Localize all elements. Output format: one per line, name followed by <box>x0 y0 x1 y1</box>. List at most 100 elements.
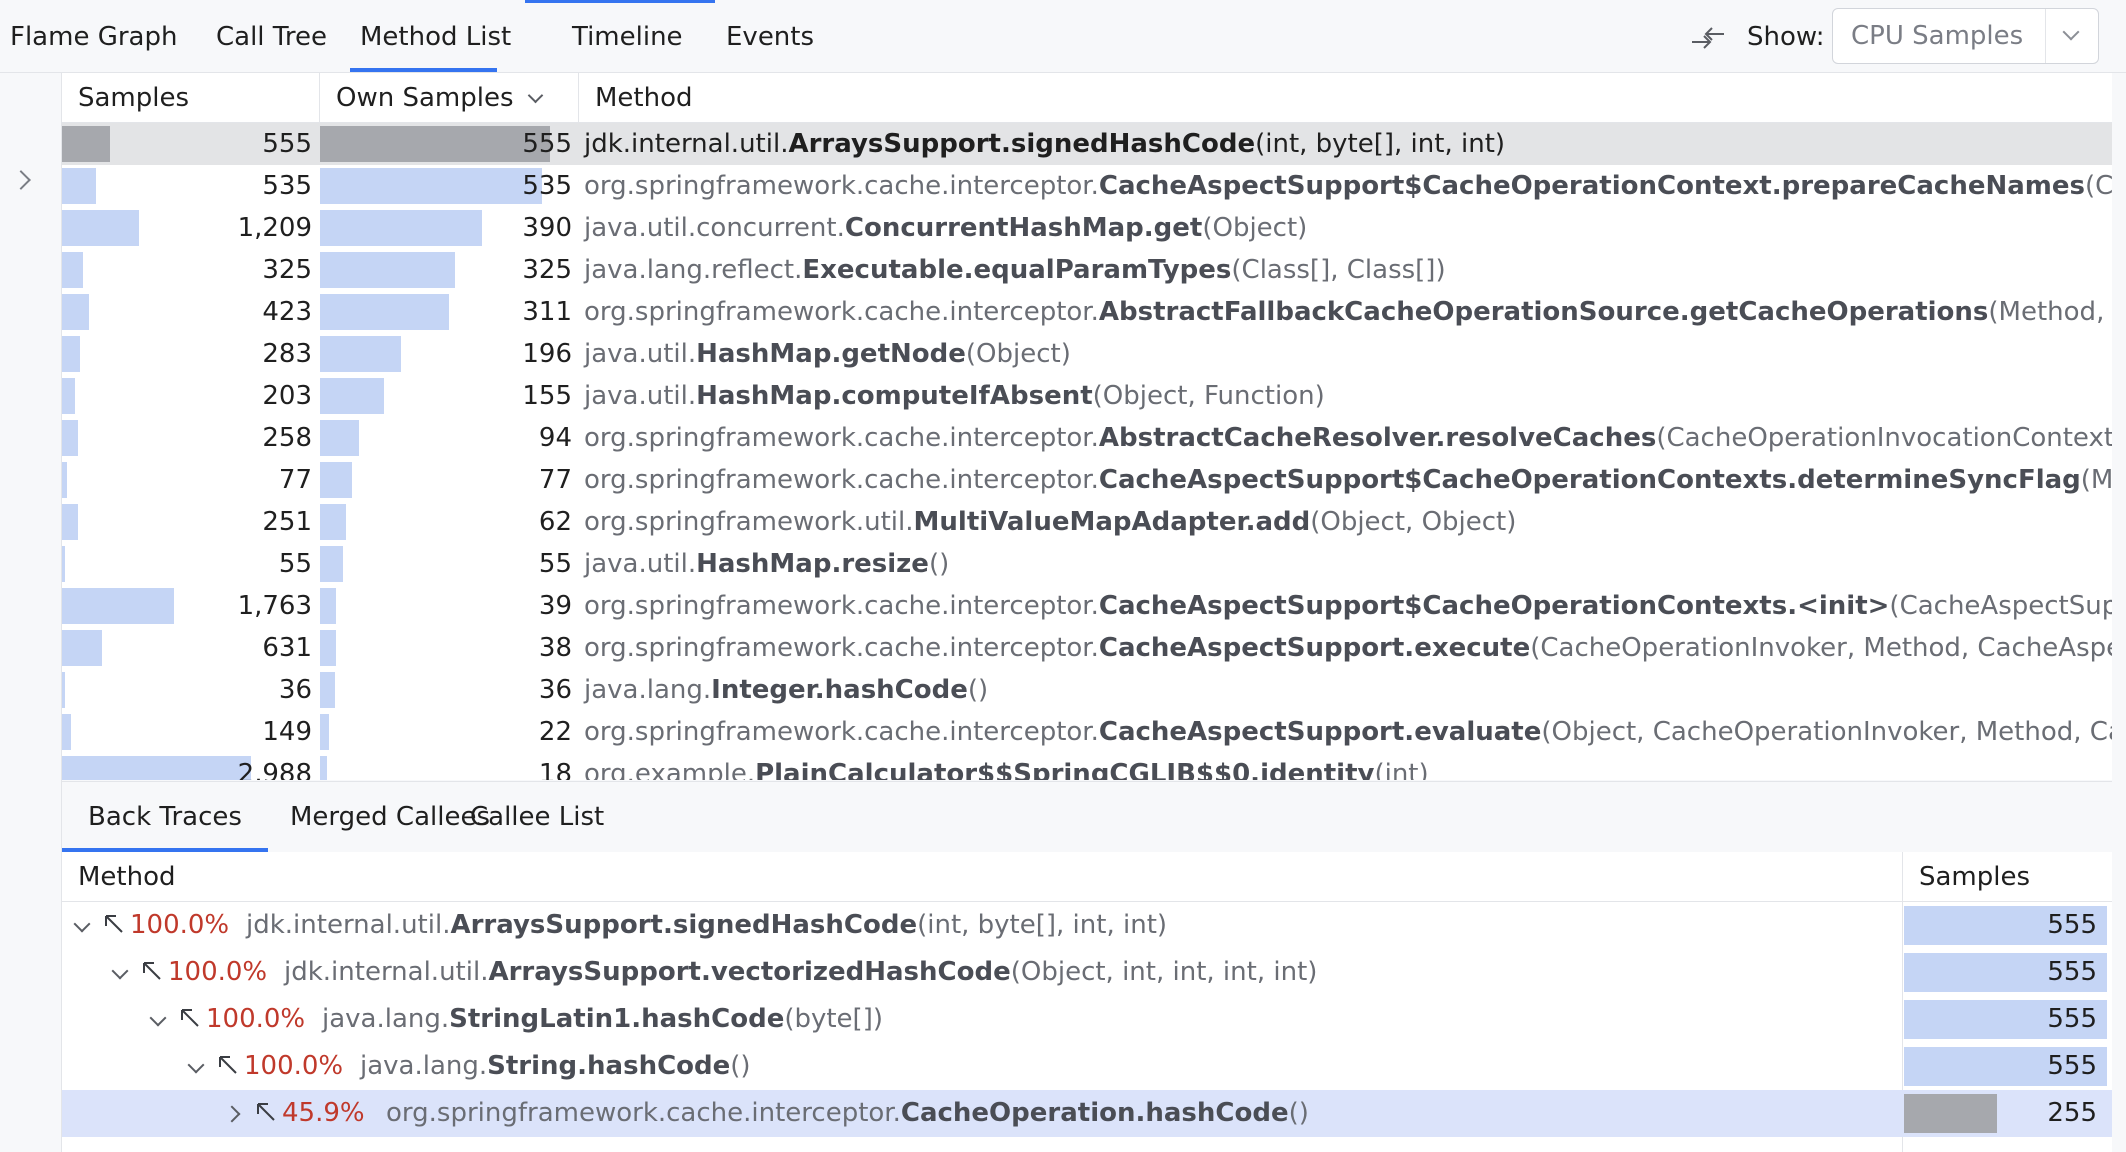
table-row[interactable]: 77 77 org.springframework.cache.intercepto… <box>62 459 2112 501</box>
method-name: CacheAspectSupport$CacheOperationContext… <box>1098 465 2081 495</box>
samples-value: 203 <box>262 381 312 411</box>
table-row[interactable]: 555 555 jdk.internal.util.ArraysSupport.si… <box>62 123 2112 165</box>
table-row[interactable]: 1,763 39 org.springframework.cache.interce… <box>62 585 2112 627</box>
method-name: HashMap.resize <box>696 549 929 579</box>
method-name: CacheAspectSupport.evaluate <box>1098 717 1542 747</box>
method-package: org.springframework.cache.interceptor. <box>584 591 1099 621</box>
method-args: (Class[], Class[]) <box>1231 255 1446 285</box>
method-signature: java.lang.reflect.Executable.equalParamT… <box>584 249 1446 291</box>
samples-value: 631 <box>262 633 312 663</box>
percentage-value: 100.0% <box>130 910 230 940</box>
column-header-method-label: Method <box>595 83 693 113</box>
table-row[interactable]: 251 62 org.springframework.util.MultiValue… <box>62 501 2112 543</box>
table-row[interactable]: 1,209 390 java.util.concurrent.ConcurrentH… <box>62 207 2112 249</box>
own-samples-value: 55 <box>538 549 572 579</box>
table-row[interactable]: 258 94 org.springframework.cache.intercept… <box>62 417 2112 459</box>
method-args: (Object) <box>965 339 1071 369</box>
samples-value: 251 <box>262 507 312 537</box>
own-samples-value: 22 <box>538 717 572 747</box>
table-row[interactable]: 149 22 org.springframework.cache.intercept… <box>62 711 2112 753</box>
tab-back-traces[interactable]: Back Traces <box>62 782 268 852</box>
table-row[interactable]: 55 55 java.util.HashMap.resize() <box>62 543 2112 585</box>
tab-callee-list[interactable]: Callee List <box>444 782 630 852</box>
samples-bar-fill <box>1904 1094 1997 1133</box>
tree-row[interactable]: 100.0% java.lang.StringLatin1.hashCode(by… <box>62 996 2112 1043</box>
table-row[interactable]: 535 535 org.springframework.cache.intercep… <box>62 165 2112 207</box>
own-samples-value: 311 <box>522 297 572 327</box>
tree-row[interactable]: 45.9% org.springframework.cache.intercept… <box>62 1090 2112 1137</box>
method-package: org.example. <box>584 759 756 780</box>
method-name: CacheAspectSupport$CacheOperationContext… <box>1098 591 1890 621</box>
percentage-value: 100.0% <box>244 1051 344 1081</box>
tree-column-header-samples[interactable]: Samples <box>1903 852 2030 901</box>
method-signature: java.lang.StringLatin1.hashCode(byte[]) <box>322 996 883 1043</box>
chevron-right-icon[interactable] <box>11 170 31 190</box>
chevron-down-icon[interactable] <box>187 1056 205 1074</box>
show-dropdown[interactable]: CPU Samples <box>1832 8 2099 64</box>
method-signature: org.springframework.cache.interceptor.Ca… <box>584 711 2112 753</box>
method-args: () <box>928 549 950 579</box>
table-row[interactable]: 283 196 java.util.HashMap.getNode(Object) <box>62 333 2112 375</box>
method-name: AbstractCacheResolver.resolveCaches <box>1098 423 1657 453</box>
chevron-down-icon[interactable] <box>73 915 91 933</box>
method-name: AbstractFallbackCacheOperationSource.get… <box>1098 297 1989 327</box>
method-args: (Object, Function) <box>1092 381 1325 411</box>
table-row[interactable]: 36 36 java.lang.Integer.hashCode() <box>62 669 2112 711</box>
method-args: () <box>730 1051 751 1081</box>
back-trace-arrow-icon <box>257 1103 275 1121</box>
method-name: CacheAspectSupport$CacheOperationContext… <box>1098 171 2085 201</box>
table-header: Samples Own Samples Method <box>62 73 2112 123</box>
show-label: Show: <box>1747 22 1825 52</box>
method-package: java.util. <box>584 339 697 369</box>
back-traces-tree: Method Samples 100.0% jdk.internal.util.A… <box>62 852 2112 1152</box>
method-package: org.springframework.cache.interceptor. <box>584 171 1099 201</box>
tab-timeline[interactable]: Timeline <box>562 0 693 72</box>
table-row[interactable]: 2,988 18 org.example.PlainCalculator$$Spri… <box>62 753 2112 780</box>
tree-row[interactable]: 100.0% jdk.internal.util.ArraysSupport.ve… <box>62 949 2112 996</box>
method-args: (byte[]) <box>784 1004 883 1034</box>
method-package: java.util.concurrent. <box>584 213 845 243</box>
table-row[interactable]: 423 311 org.springframework.cache.intercep… <box>62 291 2112 333</box>
column-header-own-samples[interactable]: Own Samples <box>320 73 579 122</box>
method-args: (int) <box>1374 759 1429 780</box>
own-samples-value: 555 <box>522 129 572 159</box>
method-args: () <box>967 675 989 705</box>
own-samples-value: 39 <box>538 591 572 621</box>
method-package: org.springframework.cache.interceptor. <box>584 423 1099 453</box>
samples-bar: 555 <box>1904 906 2107 945</box>
method-signature: java.util.HashMap.computeIfAbsent(Object… <box>584 375 1325 417</box>
own-samples-value: 155 <box>522 381 572 411</box>
method-signature: jdk.internal.util.ArraysSupport.vectoriz… <box>284 949 1317 996</box>
table-row[interactable]: 325 325 java.lang.reflect.Executable.equal… <box>62 249 2112 291</box>
tab-method-list[interactable]: Method List <box>350 0 511 72</box>
compare-arrows-icon[interactable] <box>1690 20 1726 56</box>
tree-column-header-method[interactable]: Method <box>62 852 176 901</box>
table-row[interactable]: 631 38 org.springframework.cache.intercept… <box>62 627 2112 669</box>
method-args: (int, byte[], int, int) <box>917 910 1168 940</box>
column-header-method[interactable]: Method <box>579 73 2112 122</box>
samples-value: 555 <box>2047 957 2097 987</box>
tab-call-tree[interactable]: Call Tree <box>206 0 337 72</box>
own-samples-value: 36 <box>538 675 572 705</box>
chevron-right-icon[interactable] <box>223 1105 241 1123</box>
method-name: PlainCalculator$$SpringCGLIB$$0.identity <box>755 759 1375 780</box>
chevron-down-icon[interactable] <box>149 1009 167 1027</box>
method-package: org.springframework.cache.interceptor. <box>584 297 1099 327</box>
show-dropdown-value: CPU Samples <box>1851 21 2024 51</box>
back-trace-arrow-icon <box>105 915 123 933</box>
back-trace-arrow-icon <box>143 962 161 980</box>
samples-value: 555 <box>2047 1004 2097 1034</box>
chevron-down-icon[interactable] <box>111 962 129 980</box>
samples-value: 1,763 <box>237 591 312 621</box>
method-signature: org.springframework.util.MultiValueMapAd… <box>584 501 1516 543</box>
column-header-samples[interactable]: Samples <box>62 73 320 122</box>
chevron-down-icon[interactable] <box>2045 9 2098 63</box>
tab-flame-graph[interactable]: Flame Graph <box>0 0 187 72</box>
tree-row[interactable]: 100.0% java.lang.String.hashCode() 555 <box>62 1043 2112 1090</box>
tree-row[interactable]: 100.0% jdk.internal.util.ArraysSupport.si… <box>62 902 2112 949</box>
tab-events[interactable]: Events <box>716 0 824 72</box>
method-name: ArraysSupport.signedHashCode <box>788 129 1256 159</box>
method-name: CacheAspectSupport.execute <box>1098 633 1531 663</box>
table-row[interactable]: 203 155 java.util.HashMap.computeIfAbsent(… <box>62 375 2112 417</box>
method-package: org.springframework.cache.interceptor. <box>584 717 1099 747</box>
